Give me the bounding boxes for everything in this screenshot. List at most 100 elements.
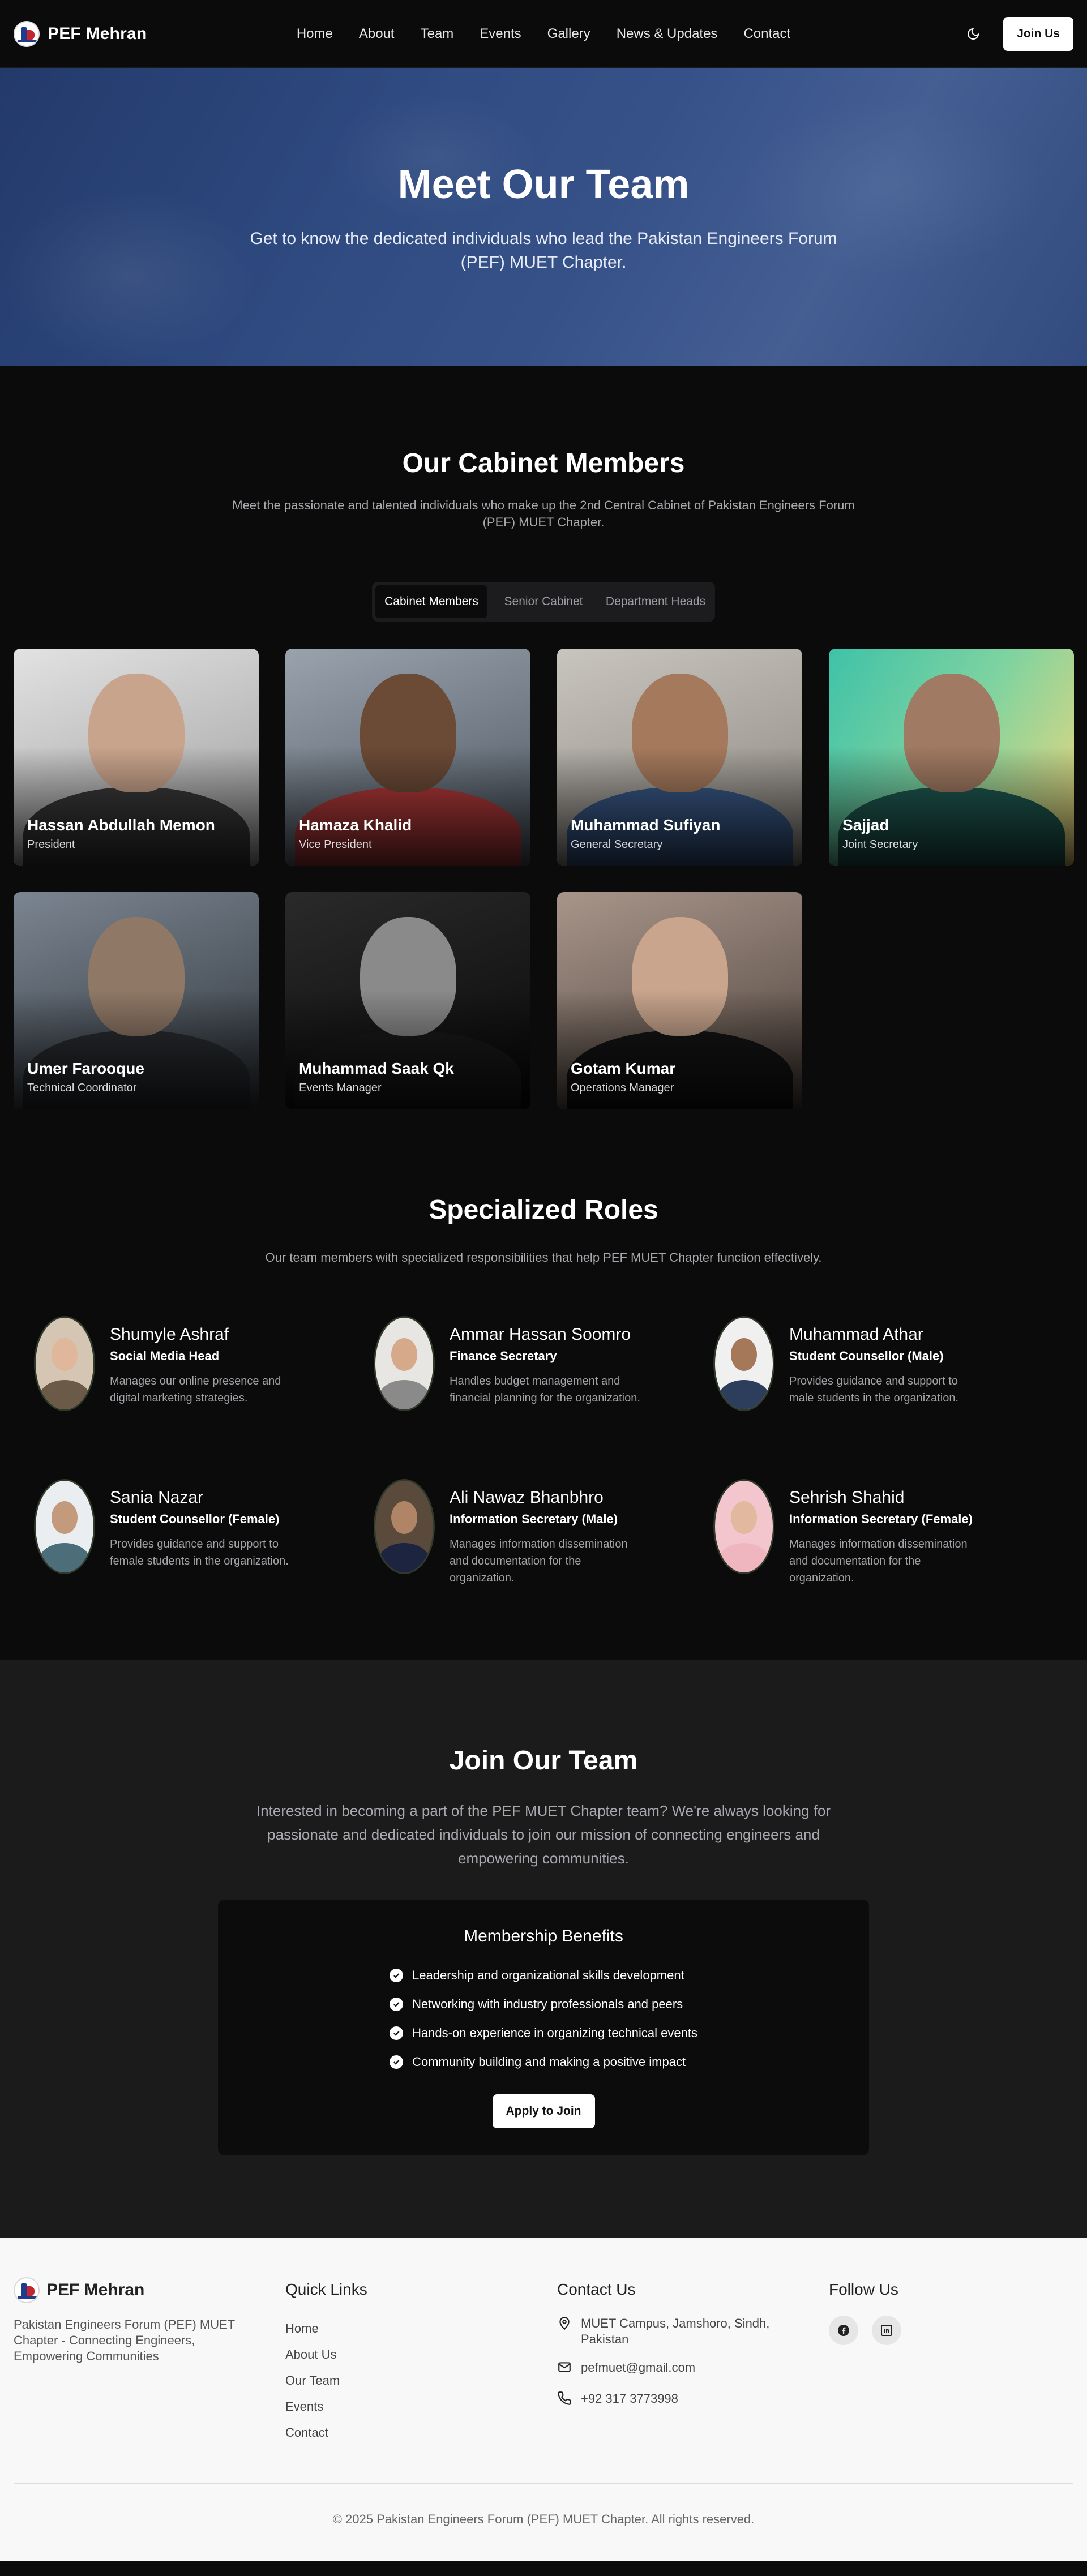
benefit-text: Networking with industry professionals a… [412, 1997, 683, 2011]
role-name: Ali Nawaz Bhanbhro [450, 1488, 604, 1507]
member-card[interactable]: Umer Farooque Technical Coordinator [14, 892, 259, 1109]
join-lead: Interested in becoming a part of the PEF… [256, 1802, 831, 1867]
member-grid: Hassan Abdullah Memon President Hamaza K… [0, 622, 1087, 1109]
avatar [34, 1479, 95, 1574]
role-desc: Manages information dissemination and do… [789, 1538, 968, 1584]
pef-logo-icon [14, 2277, 40, 2303]
mail-icon [557, 2360, 573, 2378]
member-card[interactable]: Gotam Kumar Operations Manager [557, 892, 802, 1109]
footer-description: Pakistan Engineers Forum (PEF) MUET Chap… [14, 2317, 235, 2363]
brand[interactable]: PEF Mehran [14, 20, 147, 47]
email-text: pefmuet@gmail.com [581, 2360, 696, 2374]
footer-brand[interactable]: PEF Mehran [14, 2277, 285, 2303]
cabinet-tabs: Cabinet Members Senior Cabinet Departmen… [372, 582, 715, 622]
hero-subtitle: Get to know the dedicated individuals wh… [250, 229, 837, 272]
role-desc: Handles budget management and financial … [450, 1375, 640, 1404]
check-circle-icon [390, 2026, 404, 2040]
tab-department-heads[interactable]: Department Heads [600, 585, 712, 618]
check-circle-icon [390, 1997, 404, 2011]
nav-links: Home About Team Events Gallery News & Up… [297, 26, 790, 42]
member-name: Muhammad Saak Qk [299, 1060, 454, 1077]
cabinet-section: Our Cabinet Members Meet the passionate … [0, 366, 1087, 1109]
tab-senior-cabinet[interactable]: Senior Cabinet [487, 585, 600, 618]
member-role: Events Manager [299, 1082, 382, 1094]
nav-link-news[interactable]: News & Updates [617, 26, 718, 42]
member-name: Gotam Kumar [571, 1060, 676, 1077]
role-desc: Provides guidance and support to male st… [789, 1375, 959, 1404]
list-item: Community building and making a positive… [390, 2047, 697, 2076]
benefit-text: Leadership and organizational skills dev… [412, 1968, 684, 1982]
member-card[interactable]: Hamaza Khalid Vice President [285, 649, 530, 866]
member-role: Joint Secretary [842, 838, 918, 851]
nav-link-home[interactable]: Home [297, 26, 333, 42]
nav-link-events[interactable]: Events [480, 26, 521, 42]
role-title: Finance Secretary [450, 1349, 557, 1363]
role-item: Sehrish Shahid Information Secretary (Fe… [713, 1479, 1053, 1587]
check-circle-icon [390, 2055, 404, 2069]
list-item: Hands-on experience in organizing techni… [390, 2018, 697, 2047]
phone-icon [557, 2391, 573, 2410]
role-title: Information Secretary (Male) [450, 1512, 618, 1526]
role-title: Information Secretary (Female) [789, 1512, 973, 1526]
nav-link-about[interactable]: About [359, 26, 395, 42]
role-item: Ali Nawaz Bhanbhro Information Secretary… [374, 1479, 713, 1587]
phone-text: +92 317 3773998 [581, 2391, 678, 2406]
role-desc: Manages our online presence and digital … [110, 1375, 281, 1404]
benefit-text: Community building and making a positive… [412, 2055, 686, 2069]
role-title: Student Counsellor (Male) [789, 1349, 944, 1363]
footer-brand-name: PEF Mehran [46, 2281, 145, 2299]
linkedin-icon[interactable] [872, 2316, 901, 2345]
contact-email[interactable]: pefmuet@gmail.com [557, 2360, 829, 2378]
member-card[interactable]: Hassan Abdullah Memon President [14, 649, 259, 866]
member-card[interactable]: Sajjad Joint Secretary [829, 649, 1074, 866]
join-us-button[interactable]: Join Us [1003, 16, 1073, 51]
member-role: Technical Coordinator [27, 1082, 137, 1094]
page-title: Meet Our Team [397, 162, 690, 207]
avatar [713, 1316, 774, 1411]
address-text: MUET Campus, Jamshoro, Sindh, Pakistan [581, 2316, 770, 2346]
top-nav: PEF Mehran Home About Team Events Galler… [0, 0, 1087, 68]
avatar [34, 1316, 95, 1411]
role-name: Ammar Hassan Soomro [450, 1325, 631, 1344]
member-name: Muhammad Sufiyan [571, 816, 721, 834]
role-name: Shumyle Ashraf [110, 1325, 229, 1344]
avatar [374, 1316, 435, 1411]
list-item: Leadership and organizational skills dev… [390, 1961, 697, 1990]
member-card[interactable]: Muhammad Sufiyan General Secretary [557, 649, 802, 866]
nav-link-team[interactable]: Team [421, 26, 454, 42]
nav-link-gallery[interactable]: Gallery [547, 26, 590, 42]
pef-logo-icon [14, 20, 40, 47]
role-item: Sania Nazar Student Counsellor (Female) … [34, 1479, 374, 1587]
member-name: Sajjad [842, 816, 889, 834]
apply-to-join-button[interactable]: Apply to Join [492, 2094, 595, 2128]
member-role: General Secretary [571, 838, 663, 851]
role-item: Shumyle Ashraf Social Media Head Manages… [34, 1316, 374, 1411]
theme-toggle-button[interactable] [958, 19, 988, 49]
member-name: Hamaza Khalid [299, 816, 412, 834]
specialized-roles-section: Specialized Roles Our team members with … [0, 1109, 1087, 1587]
footer-link-home[interactable]: Home [285, 2316, 557, 2342]
contact-title: Contact Us [557, 2281, 636, 2298]
role-name: Sania Nazar [110, 1488, 204, 1507]
tab-cabinet-members[interactable]: Cabinet Members [375, 585, 487, 618]
benefits-list: Leadership and organizational skills dev… [390, 1961, 697, 2076]
footer-link-events[interactable]: Events [285, 2394, 557, 2420]
facebook-icon[interactable] [829, 2316, 858, 2345]
join-section: Join Our Team Interested in becoming a p… [0, 1660, 1087, 2238]
map-pin-icon [557, 2316, 573, 2347]
footer-link-team[interactable]: Our Team [285, 2368, 557, 2394]
member-card[interactable]: Muhammad Saak Qk Events Manager [285, 892, 530, 1109]
contact-phone[interactable]: +92 317 3773998 [557, 2391, 829, 2410]
footer-link-about[interactable]: About Us [285, 2342, 557, 2368]
member-name: Hassan Abdullah Memon [27, 816, 215, 834]
hero-banner: Meet Our Team Get to know the dedicated … [0, 68, 1087, 366]
nav-link-contact[interactable]: Contact [743, 26, 790, 42]
footer-divider [14, 2483, 1073, 2484]
moon-icon [968, 28, 979, 40]
follow-title: Follow Us [829, 2281, 898, 2298]
copyright: © 2025 Pakistan Engineers Forum (PEF) MU… [332, 2512, 755, 2526]
quick-links-title: Quick Links [285, 2281, 367, 2298]
quick-links: Home About Us Our Team Events Contact [285, 2316, 557, 2446]
brand-name: PEF Mehran [48, 24, 147, 43]
footer-link-contact[interactable]: Contact [285, 2420, 557, 2446]
